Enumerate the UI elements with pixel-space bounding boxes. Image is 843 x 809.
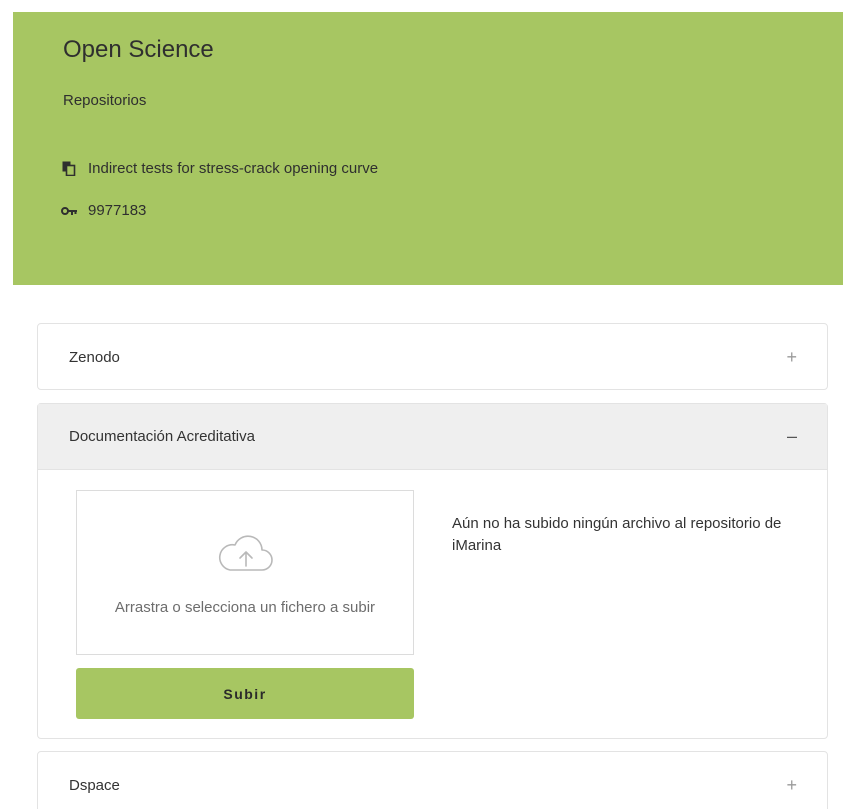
documentation-panel-title: Documentación Acreditativa (69, 428, 255, 445)
zenodo-panel-header[interactable]: Zenodo + (38, 324, 827, 390)
page-header: Open Science Repositorios Indirect tests… (13, 12, 843, 285)
collapse-icon[interactable]: – (787, 426, 797, 447)
dspace-panel-title: Dspace (69, 776, 120, 794)
expand-icon[interactable]: + (786, 347, 797, 368)
documentation-panel: Documentación Acreditativa – Arrastra o … (37, 403, 828, 739)
expand-icon[interactable]: + (786, 775, 797, 796)
item-id-row: 9977183 (61, 202, 146, 219)
page-subtitle: Repositorios (63, 92, 147, 109)
dropzone-label: Arrastra o selecciona un fichero a subir (114, 599, 376, 616)
dspace-panel: Dspace + (37, 751, 828, 809)
item-title-row: Indirect tests for stress-crack opening … (61, 160, 378, 177)
item-id: 9977183 (88, 202, 147, 219)
documentation-panel-header[interactable]: Documentación Acreditativa – (38, 404, 827, 470)
dspace-panel-header[interactable]: Dspace + (38, 752, 827, 809)
document-copy-icon (61, 161, 77, 177)
file-dropzone[interactable]: Arrastra o selecciona un fichero a subir (76, 490, 414, 655)
item-title: Indirect tests for stress-crack opening … (88, 160, 379, 177)
key-icon (61, 203, 77, 219)
cloud-upload-icon (216, 532, 276, 581)
empty-files-message: Aún no ha subido ningún archivo al repos… (452, 515, 782, 554)
upload-button[interactable]: Subir (76, 668, 414, 719)
zenodo-panel: Zenodo + (37, 323, 828, 390)
zenodo-panel-title: Zenodo (69, 348, 120, 366)
page-title: Open Science (63, 36, 214, 63)
